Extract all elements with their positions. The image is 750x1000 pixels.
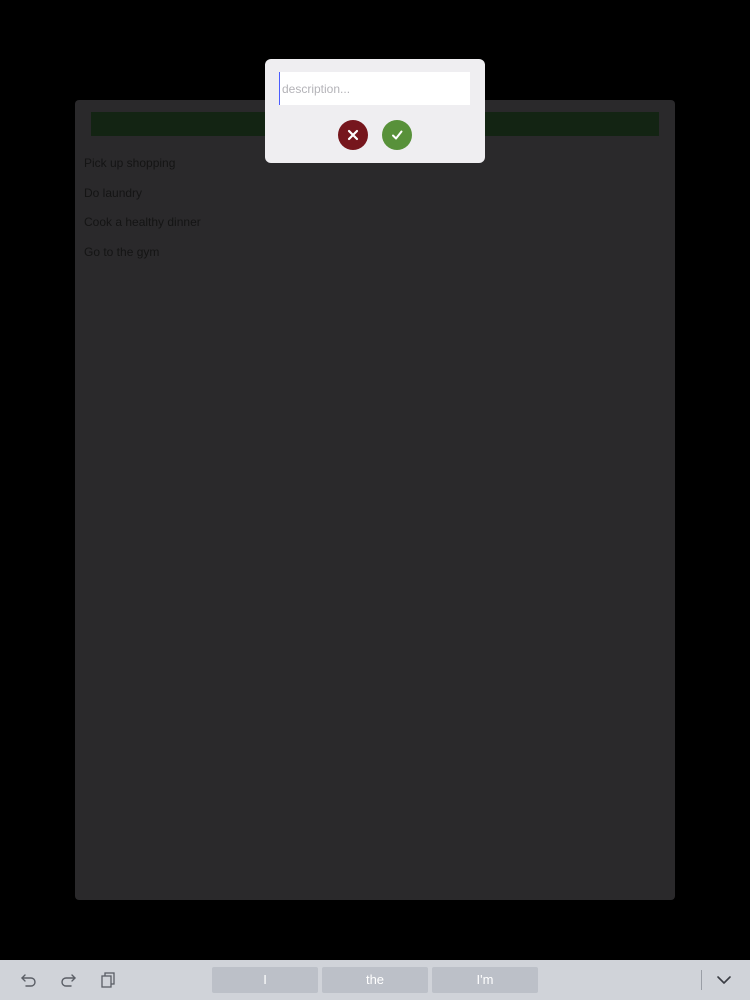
- undo-icon[interactable]: [19, 970, 39, 990]
- close-icon: [347, 129, 359, 141]
- task-item[interactable]: Do laundry: [84, 184, 201, 214]
- paste-icon[interactable]: [98, 970, 118, 990]
- screen: Pick up shopping Do laundry Cook a healt…: [0, 0, 750, 1000]
- chevron-down-icon[interactable]: [714, 970, 734, 990]
- task-item[interactable]: Pick up shopping: [84, 154, 201, 184]
- suggestion-item[interactable]: I: [212, 967, 318, 993]
- checkmark-icon: [392, 130, 403, 140]
- task-list: Pick up shopping Do laundry Cook a healt…: [84, 154, 201, 272]
- suggestion-item[interactable]: I'm: [432, 967, 538, 993]
- keyboard-shortcut-bar: I the I'm: [0, 960, 750, 1000]
- divider: [701, 970, 702, 990]
- confirm-button[interactable]: [382, 120, 412, 150]
- suggestion-item[interactable]: the: [322, 967, 428, 993]
- cancel-button[interactable]: [338, 120, 368, 150]
- todo-panel: Pick up shopping Do laundry Cook a healt…: [75, 100, 675, 900]
- task-item[interactable]: Cook a healthy dinner: [84, 213, 201, 243]
- task-item[interactable]: Go to the gym: [84, 243, 201, 273]
- add-task-dialog: [265, 59, 485, 163]
- description-input[interactable]: [279, 72, 470, 105]
- redo-icon[interactable]: [58, 970, 78, 990]
